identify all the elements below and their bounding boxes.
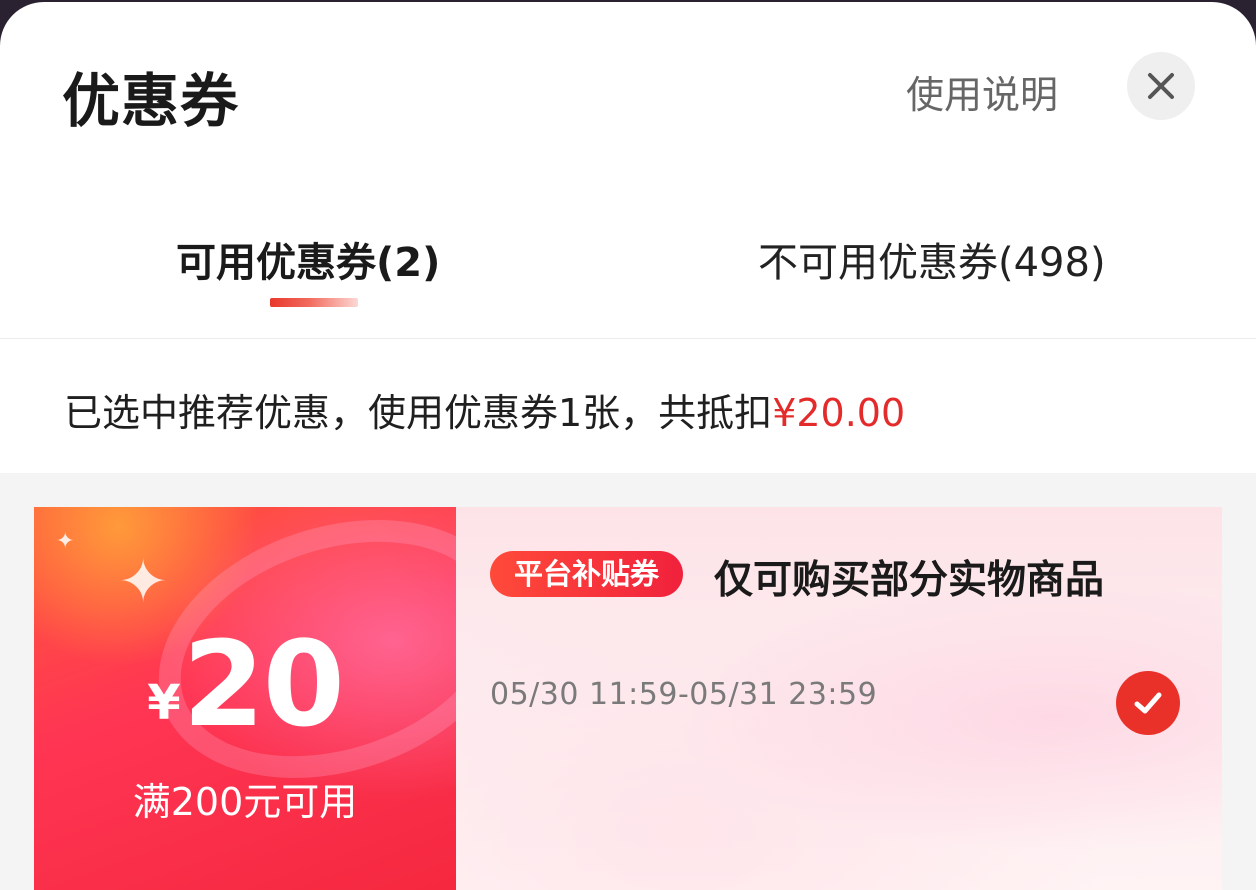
tab-unavailable[interactable]: 不可用优惠券(498) — [758, 230, 1106, 288]
page-title: 优惠券 — [62, 67, 240, 135]
coupon-amount: ¥20 — [34, 615, 456, 753]
currency-symbol: ¥ — [147, 675, 181, 731]
selection-summary: 已选中推荐优惠，使用优惠券1张，共抵扣¥20.00 — [64, 382, 905, 437]
coupon-info-panel: 平台补贴券 仅可购买部分实物商品 05/30 11:59-05/31 23:59 — [456, 507, 1222, 890]
coupon-select-toggle[interactable] — [1116, 671, 1180, 735]
coupon-type-badge: 平台补贴券 — [490, 551, 684, 597]
check-circle-icon — [1134, 692, 1162, 714]
sparkle-icon: ✦ — [118, 547, 169, 617]
close-button[interactable] — [1127, 52, 1195, 120]
amount-value: 20 — [182, 615, 345, 753]
coupon-threshold: 满200元可用 — [132, 780, 358, 824]
coupon-description: 仅可购买部分实物商品 — [714, 558, 1105, 603]
summary-amount: ¥20.00 — [772, 391, 906, 435]
coupon-card[interactable]: ✦ ✦ ¥20 满200元可用 平台补贴券 仅可购买部分实物商品 05/30 1… — [34, 507, 1222, 890]
tab-available[interactable]: 可用优惠券(2) — [176, 230, 440, 288]
coupon-validity: 05/30 11:59-05/31 23:59 — [490, 677, 878, 712]
close-icon — [1148, 73, 1174, 99]
usage-instructions-link[interactable]: 使用说明 — [906, 64, 1058, 119]
coupon-value-panel: ✦ ✦ ¥20 满200元可用 — [34, 507, 547, 890]
active-tab-indicator — [270, 298, 358, 307]
coupon-tabs: 可用优惠券(2) 不可用优惠券(498) — [0, 202, 1256, 339]
summary-text: 已选中推荐优惠，使用优惠券1张，共抵扣 — [64, 391, 773, 435]
sparkle-icon: ✦ — [56, 529, 75, 554]
